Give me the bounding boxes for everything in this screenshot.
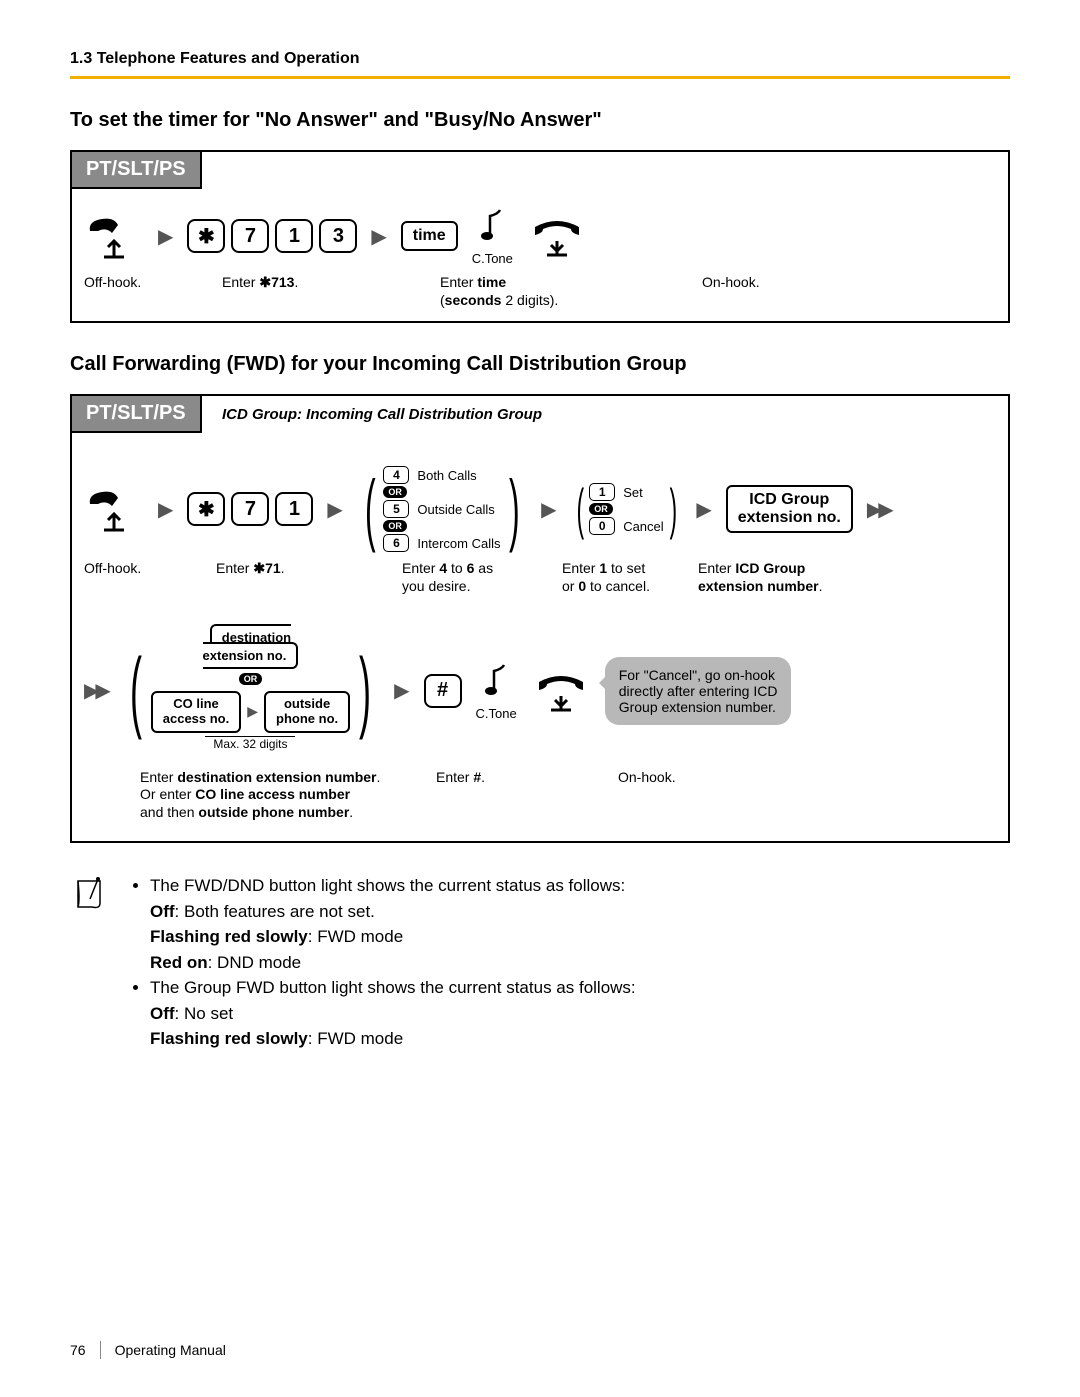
arrow-icon: ▶ (696, 497, 711, 522)
caption-onhook: On-hook. (702, 274, 760, 292)
key-sequence-71: ✱ 7 1 (187, 492, 313, 526)
caption-enter713: Enter ✱713. (222, 274, 298, 290)
device-tab: PT/SLT/PS (70, 394, 202, 433)
brace-icon: ( (365, 477, 376, 541)
arrow-icon: ▶ (541, 497, 556, 522)
key-3: 3 (319, 219, 357, 253)
caption-dest: Enter destination extension number. Or e… (140, 769, 410, 822)
header-rule (70, 76, 1010, 79)
offhook-icon (84, 486, 144, 532)
time-key: time (401, 221, 458, 251)
caption-enter10: Enter 1 to setor 0 to cancel. (562, 560, 672, 595)
note-line: The FWD/DND button light shows the curre… (150, 876, 625, 895)
ctone-label: C.Tone (472, 251, 513, 266)
page-footer: 76 Operating Manual (70, 1341, 226, 1359)
icd-note: ICD Group: Incoming Call Distribution Gr… (222, 406, 542, 423)
options-10: 1Set OR 0Cancel (589, 483, 663, 535)
caption-enter46: Enter 4 to 6 asyou desire. (402, 560, 536, 595)
section-header: 1.3 Telephone Features and Operation (70, 50, 1010, 68)
heading-fwd: Call Forwarding (FWD) for your Incoming … (70, 353, 1010, 376)
caption-onhook: On-hook. (618, 769, 676, 787)
ctone-icon (472, 206, 512, 246)
device-tab: PT/SLT/PS (70, 150, 202, 189)
caption-entericd: Enter ICD Groupextension number. (698, 560, 848, 595)
manual-title: Operating Manual (115, 1342, 226, 1358)
brace-icon: ( (130, 655, 142, 727)
brace-icon: ( (576, 487, 583, 532)
arrow-double-icon: ▶▶ (84, 678, 107, 703)
options-456: 4Both Calls OR 5Outside Calls OR 6Interc… (383, 466, 500, 552)
cancel-note-bubble: For "Cancel", go on-hook directly after … (605, 657, 792, 725)
procedure-fwd: PT/SLT/PS ICD Group: Incoming Call Distr… (70, 394, 1010, 843)
note-icon (70, 873, 110, 913)
key-star: ✱ (187, 219, 225, 253)
caption-offhook: Off-hook. (84, 560, 152, 578)
arrow-icon: ▶ (247, 703, 258, 720)
caption-enter71: Enter ✱71. (216, 560, 340, 578)
caption-offhook: Off-hook. (84, 274, 156, 292)
page-number: 76 (70, 1342, 86, 1358)
note-line: The Group FWD button light shows the cur… (150, 978, 636, 997)
caption-entertime: Enter time(seconds 2 digits). (440, 274, 558, 308)
caption-enterhash: Enter #. (436, 769, 516, 787)
notes-section: The FWD/DND button light shows the curre… (70, 873, 1010, 1052)
key-7: 7 (231, 492, 269, 526)
key-sequence-713: ✱ 7 1 3 (187, 219, 357, 253)
onhook-icon (531, 668, 591, 714)
icd-group-key: ICD Groupextension no. (726, 485, 853, 534)
outside-phone-key: outsidephone no. (264, 691, 350, 733)
or-pill: OR (239, 673, 263, 685)
key-1: 1 (275, 219, 313, 253)
max-digits-label: Max. 32 digits (205, 736, 295, 751)
arrow-icon: ▶ (158, 497, 173, 522)
ctone-icon (476, 661, 516, 701)
arrow-icon: ▶ (394, 678, 409, 703)
brace-icon: ) (669, 487, 676, 532)
arrow-icon: ▶ (158, 224, 173, 249)
key-hash: # (424, 674, 462, 708)
arrow-double-icon: ▶▶ (867, 497, 890, 522)
offhook-icon (84, 213, 144, 259)
ctone-label: C.Tone (476, 706, 517, 721)
onhook-icon (527, 213, 587, 259)
brace-icon: ) (359, 655, 371, 727)
brace-icon: ) (508, 477, 519, 541)
key-7: 7 (231, 219, 269, 253)
key-star: ✱ (187, 492, 225, 526)
arrow-icon: ▶ (371, 224, 386, 249)
co-line-key: CO lineaccess no. (151, 691, 242, 733)
key-1: 1 (275, 492, 313, 526)
arrow-icon: ▶ (327, 497, 342, 522)
heading-timer: To set the timer for "No Answer" and "Bu… (70, 109, 1010, 132)
dest-ext-key: destinationextension no. (203, 624, 299, 669)
procedure-timer: PT/SLT/PS ▶ ✱ 7 1 3 ▶ time C.Tone (70, 150, 1010, 323)
